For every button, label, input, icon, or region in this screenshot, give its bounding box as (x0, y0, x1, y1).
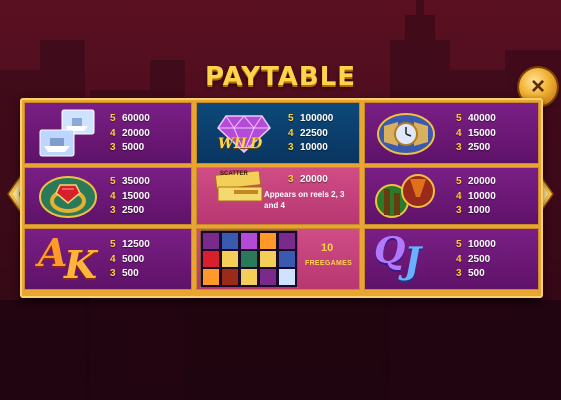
payout-row: 4 2500 (456, 253, 491, 265)
watch-icon (377, 113, 435, 155)
payout-row: 4 20000 (110, 127, 150, 139)
ak-payouts: 5 12500 4 5000 3 500 (110, 238, 150, 282)
yacht-icon (39, 109, 95, 157)
paytable-cell-watch: 5 40000 4 15000 3 2500 (364, 102, 539, 164)
scatter-rule-text: Appears on reels 2, 3 and 4 (264, 190, 345, 210)
letter-k-symbol: K (64, 242, 98, 287)
paytable-board: 5 60000 4 20000 3 5000 WILD 5 100000 4 22500 … (20, 98, 543, 298)
qj-payouts: 5 10000 4 2500 3 500 (456, 238, 496, 282)
payout-row: 5 35000 (110, 176, 150, 187)
payout-row: 4 10000 (456, 190, 496, 202)
paytable-cell-scatter: SCATTER 3 20000 Appears on reels 2, 3 and… (196, 167, 360, 225)
wild-label: WILD (218, 136, 263, 152)
letter-j-symbol: J (404, 240, 422, 282)
close-icon: × (530, 73, 545, 100)
paytable-cell-drinks: 5 20000 4 10000 3 1000 (364, 167, 539, 225)
paytable-cell-freegames: 10 FREEGAMES (196, 228, 360, 290)
payout-row: 4 15000 (110, 190, 150, 202)
ruby-ring-icon (39, 176, 97, 218)
payout-row: 5 40000 (456, 113, 496, 124)
drinks-icon (375, 174, 435, 218)
payout-row: 3 10000 (288, 142, 328, 153)
payout-row: 4 22500 (288, 127, 328, 139)
paytable-cell-wild: WILD 5 100000 4 22500 3 10000 (196, 102, 360, 164)
payout-row: 5 20000 (456, 176, 496, 187)
payout-row: 3 2500 (110, 205, 145, 216)
letter-q-symbol: Q (374, 230, 406, 272)
payout-row: 5 12500 (110, 239, 150, 250)
payout-row: 4 15000 (456, 127, 496, 139)
scatter-ticket-label: SCATTER (220, 171, 248, 177)
paytable-cell-yachts: 5 60000 4 20000 3 5000 (24, 102, 192, 164)
free-games-count: 10 (321, 242, 334, 254)
payout-row: 3 2500 (456, 142, 491, 153)
free-games-label: FREEGAMES (305, 260, 353, 267)
paytable-cell-qj: Q J 5 10000 4 2500 3 500 (364, 228, 539, 290)
yacht-payouts: 5 60000 4 20000 3 5000 (110, 112, 150, 156)
scatter-payouts: 3 20000 (288, 173, 328, 188)
payout-row: 3 1000 (456, 205, 491, 216)
watch-payouts: 5 40000 4 15000 3 2500 (456, 112, 496, 156)
reel-grid-preview-icon (200, 230, 298, 288)
paytable-cell-ring: 5 35000 4 15000 3 2500 (24, 167, 192, 225)
paytable-title: PAYTABLE (204, 62, 357, 92)
wild-payouts: 5 100000 4 22500 3 10000 (288, 112, 333, 156)
payout-row: 3 500 (110, 268, 139, 279)
drinks-payouts: 5 20000 4 10000 3 1000 (456, 175, 496, 219)
payout-row: 4 5000 (110, 253, 145, 265)
payout-row: 3 20000 (288, 174, 328, 185)
payout-row: 3 5000 (110, 142, 145, 153)
paytable-cell-ak: A K 5 12500 4 5000 3 500 (24, 228, 192, 290)
payout-row: 3 500 (456, 268, 485, 279)
payout-row: 5 60000 (110, 113, 150, 124)
ring-payouts: 5 35000 4 15000 3 2500 (110, 175, 150, 219)
payout-row: 5 100000 (288, 113, 334, 124)
payout-row: 5 10000 (456, 239, 496, 250)
